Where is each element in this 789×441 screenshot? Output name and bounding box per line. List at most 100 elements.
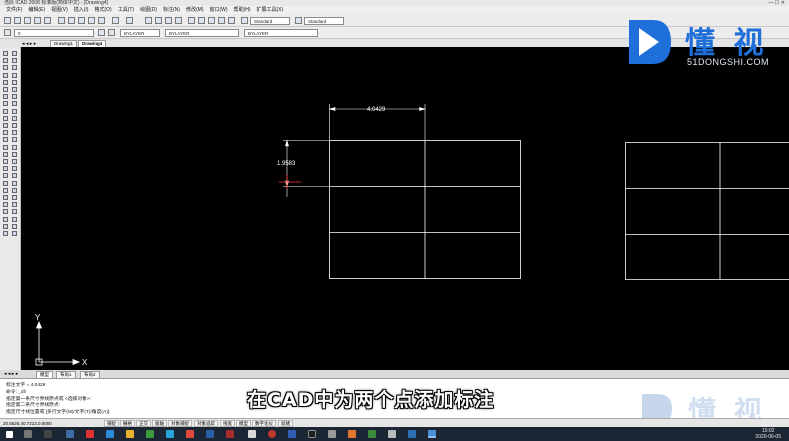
modify-tool-icon[interactable] xyxy=(12,209,17,215)
taskbar-app-icon[interactable] xyxy=(66,430,74,438)
copy-icon[interactable] xyxy=(68,17,75,24)
status-toggle[interactable]: 极轴 xyxy=(152,420,167,427)
layout-scroll-arrows[interactable]: ◂ ◂ ▸ ▸ xyxy=(4,370,18,378)
draw-tool-icon[interactable] xyxy=(3,94,8,100)
taskbar-app-icon[interactable] xyxy=(226,430,234,438)
modify-tool-icon[interactable] xyxy=(12,166,17,172)
taskbar-app-icon[interactable] xyxy=(368,430,376,438)
modify-tool-icon[interactable] xyxy=(12,58,17,64)
status-toggle[interactable]: 数字化仪 xyxy=(252,420,276,427)
status-toggle[interactable]: 线宽 xyxy=(220,420,235,427)
search-icon[interactable] xyxy=(24,430,32,438)
tab-drawing1[interactable]: Drawing1 xyxy=(50,40,78,47)
menu-item[interactable]: 帮助(H) xyxy=(234,7,251,13)
draw-tool-icon[interactable] xyxy=(3,65,8,71)
status-toggle[interactable]: 捕捉 xyxy=(104,420,119,427)
draw-tool-icon[interactable] xyxy=(3,137,8,143)
draw-tool-icon[interactable] xyxy=(3,108,8,114)
dim-style-select[interactable]: Standard xyxy=(304,17,344,25)
draw-tool-icon[interactable] xyxy=(3,195,8,200)
modify-tool-icon[interactable] xyxy=(12,187,17,193)
modify-tool-icon[interactable] xyxy=(12,130,17,136)
menu-item[interactable]: 插入(I) xyxy=(74,7,89,13)
modify-tool-icon[interactable] xyxy=(12,115,17,121)
modify-tool-icon[interactable] xyxy=(12,195,17,200)
menu-item[interactable]: 编辑(E) xyxy=(28,7,45,13)
lineweight-select[interactable]: BYLAYER xyxy=(244,29,318,37)
menu-item[interactable]: 窗口(W) xyxy=(210,7,228,13)
help-icon[interactable] xyxy=(228,17,235,24)
taskbar-app-icon[interactable] xyxy=(166,430,174,438)
match-properties-icon[interactable] xyxy=(88,17,95,24)
word-icon[interactable] xyxy=(288,430,296,438)
pan-icon[interactable] xyxy=(145,17,152,24)
text-style-select[interactable]: Standard xyxy=(250,17,290,25)
draw-tool-icon[interactable] xyxy=(3,187,8,193)
draw-tool-icon[interactable] xyxy=(3,151,8,157)
draw-tool-icon[interactable] xyxy=(3,202,8,208)
tab-model[interactable]: 模型 xyxy=(36,371,53,378)
status-toggle[interactable]: 模型 xyxy=(236,420,251,427)
print-icon[interactable] xyxy=(34,17,41,24)
linetype-select[interactable]: BYLAYER xyxy=(165,29,239,37)
brush-icon[interactable] xyxy=(98,17,105,24)
save-icon[interactable] xyxy=(24,17,31,24)
tool-palette-icon[interactable] xyxy=(208,17,215,24)
design-center-icon[interactable] xyxy=(198,17,205,24)
taskbar-app-icon[interactable] xyxy=(206,430,214,438)
redo-icon[interactable] xyxy=(126,17,133,24)
new-file-icon[interactable] xyxy=(4,17,11,24)
modify-tool-icon[interactable] xyxy=(12,159,17,164)
taskbar-app-icon[interactable] xyxy=(86,430,94,438)
draw-tool-icon[interactable] xyxy=(3,159,8,164)
status-toggle[interactable]: 栅格 xyxy=(120,420,135,427)
cut-icon[interactable] xyxy=(58,17,65,24)
status-toggle[interactable]: 正交 xyxy=(136,420,151,427)
menu-item[interactable]: 视图(V) xyxy=(51,7,68,13)
modify-tool-icon[interactable] xyxy=(12,123,17,128)
modify-tool-icon[interactable] xyxy=(12,151,17,157)
taskbar-app-icon[interactable] xyxy=(348,430,356,438)
draw-tool-icon[interactable] xyxy=(3,209,8,215)
modify-tool-icon[interactable] xyxy=(12,231,17,236)
draw-tool-icon[interactable] xyxy=(3,101,8,107)
draw-tool-icon[interactable] xyxy=(3,79,8,85)
modify-tool-icon[interactable] xyxy=(12,216,17,222)
modify-tool-icon[interactable] xyxy=(12,72,17,78)
draw-tool-icon[interactable] xyxy=(3,144,8,150)
markup-icon[interactable] xyxy=(218,17,225,24)
menu-item[interactable]: 修改(M) xyxy=(186,7,204,13)
preview-icon[interactable] xyxy=(44,17,51,24)
draw-tool-icon[interactable] xyxy=(3,166,8,172)
draw-tool-icon[interactable] xyxy=(3,216,8,222)
draw-tool-icon[interactable] xyxy=(3,115,8,121)
modify-tool-icon[interactable] xyxy=(12,94,17,100)
draw-tool-icon[interactable] xyxy=(3,231,8,236)
status-toggle[interactable]: 对象追踪 xyxy=(194,420,218,427)
menu-item[interactable]: 文件(F) xyxy=(6,7,22,13)
paste-icon[interactable] xyxy=(78,17,85,24)
zoom-previous-icon[interactable] xyxy=(175,17,182,24)
command-prompt[interactable]: 指定尺寸线位置或 [多行文字(M)/文字(T)/角度(A)]: xyxy=(6,408,110,415)
make-current-layer-icon[interactable] xyxy=(98,29,105,36)
modify-tool-icon[interactable] xyxy=(12,180,17,186)
modify-tool-icon[interactable] xyxy=(12,101,17,107)
zoom-window-icon[interactable] xyxy=(165,17,172,24)
draw-tool-icon[interactable] xyxy=(3,180,8,186)
tab-drawing4[interactable]: Drawing4 xyxy=(78,40,107,47)
taskbar-app-icon[interactable] xyxy=(408,430,416,438)
modify-tool-icon[interactable] xyxy=(12,65,17,71)
menu-item[interactable]: 扩展工具(X) xyxy=(257,7,284,13)
task-view-icon[interactable] xyxy=(44,430,52,438)
crosshair-grip[interactable] xyxy=(279,175,301,189)
modify-tool-icon[interactable] xyxy=(12,51,17,56)
taskbar-app-icon[interactable] xyxy=(388,430,396,438)
modify-tool-icon[interactable] xyxy=(12,173,17,179)
modify-tool-icon[interactable] xyxy=(12,79,17,85)
taskbar-app-icon[interactable] xyxy=(126,430,134,438)
taskbar-app-icon[interactable] xyxy=(268,430,276,438)
start-icon[interactable] xyxy=(6,430,13,438)
layer-previous-icon[interactable] xyxy=(108,29,115,36)
draw-tool-icon[interactable] xyxy=(3,87,8,92)
modify-tool-icon[interactable] xyxy=(12,87,17,92)
